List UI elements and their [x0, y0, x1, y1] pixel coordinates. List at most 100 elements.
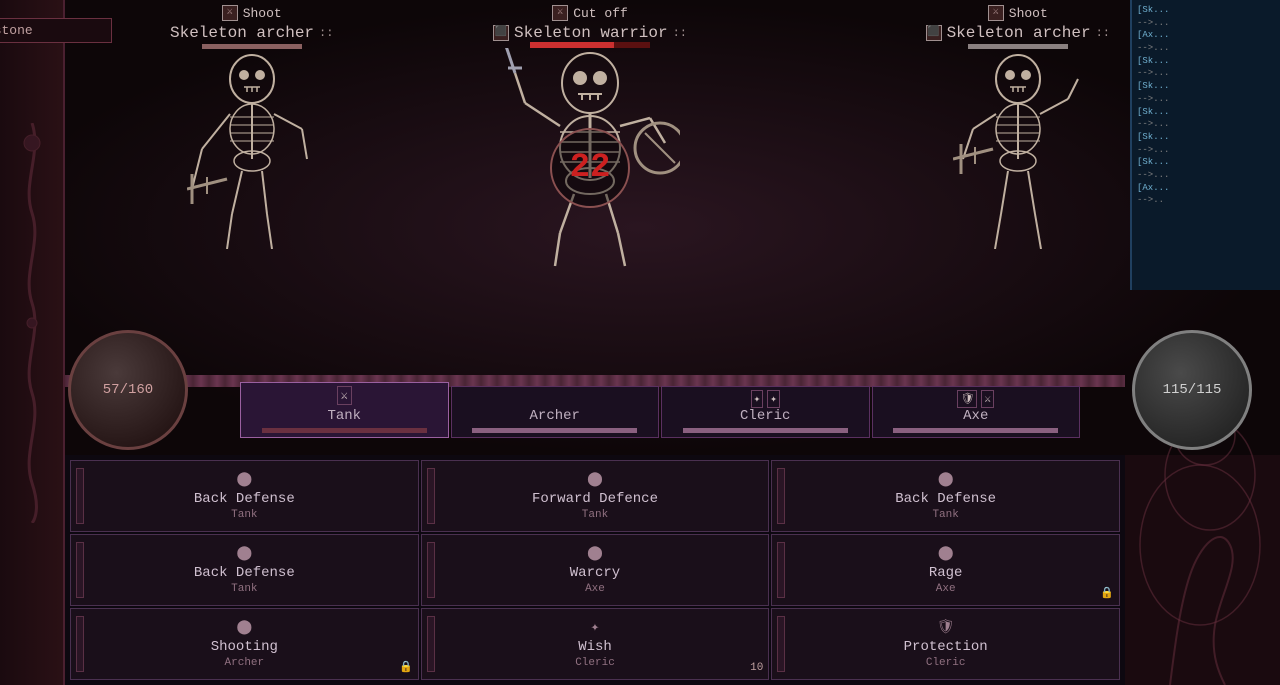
action-grid: ⬤ Back Defense Tank ⬤ Forward Defence Ta…: [65, 455, 1125, 685]
right-skeleton-figure: [953, 49, 1083, 249]
left-enemy-container: ⚔ Shoot Skeleton archer ::: [170, 0, 333, 249]
btn-name-4: Warcry: [570, 565, 620, 581]
tank-tab-bar: [262, 428, 427, 433]
left-scroll-art: [12, 123, 52, 523]
axe-icon: 🛡: [957, 390, 977, 408]
archer-tab-label: Archer: [530, 408, 580, 424]
log-line-13: -->...: [1137, 170, 1275, 182]
tab-cleric[interactable]: ✦ ✦ Cleric: [661, 386, 870, 438]
action-btn-wish[interactable]: ✦ Wish Cleric 10: [421, 608, 770, 680]
btn-deco-2: [777, 468, 785, 524]
center-enemy-dots: ::: [673, 26, 687, 40]
btn-name-1: Forward Defence: [532, 491, 658, 507]
btn-deco: [76, 468, 84, 524]
flagstone-label: Flagstone: [0, 18, 112, 43]
tank-tab-label: Tank: [327, 408, 361, 424]
tank-tab-icons: ⚔: [337, 386, 352, 405]
right-enemy-name: Skeleton archer: [947, 24, 1091, 42]
archer-tab-bar: [472, 428, 637, 433]
damage-value: 22: [570, 149, 611, 187]
action-btn-back-defense-1[interactable]: ⬤ Back Defense Tank: [70, 460, 419, 532]
btn-type-7: Cleric: [575, 657, 615, 669]
left-orb-value: 57/160: [103, 382, 153, 398]
btn-type-2: Tank: [932, 509, 958, 521]
tab-tank[interactable]: ⚔ Tank: [240, 382, 449, 438]
axe-tab-label: Axe: [963, 408, 988, 424]
btn-type-6: Archer: [225, 657, 265, 669]
tab-axe[interactable]: 🛡 ⚔ Axe: [872, 386, 1081, 438]
axe-tab-bar: [893, 428, 1058, 433]
left-skeleton-figure: [187, 49, 317, 249]
btn-name-8: Protection: [904, 639, 988, 655]
log-line-9: -->...: [1137, 119, 1275, 131]
center-enemy-name: Skeleton warrior: [514, 24, 668, 42]
action-btn-warcry[interactable]: ⬤ Warcry Axe: [421, 534, 770, 606]
log-line-12: [Sk...: [1137, 157, 1275, 169]
btn-icon-5: ⬤: [587, 545, 603, 562]
cut-icon: ⚔: [552, 5, 568, 21]
log-line-11: -->...: [1137, 145, 1275, 157]
action-btn-rage[interactable]: ⬤ Rage Axe 🔒: [771, 534, 1120, 606]
btn-icon-2: ⬤: [587, 471, 603, 488]
action-btn-back-defense-2[interactable]: ⬤ Back Defense Tank: [771, 460, 1120, 532]
log-line-0: [Sk...: [1137, 5, 1275, 17]
right-enemy-dots: ::: [1096, 26, 1110, 40]
left-enemy-dots: ::: [319, 26, 333, 40]
btn-deco-8: [777, 616, 785, 672]
btn-deco-1: [427, 468, 435, 524]
right-enemy-action: ⚔ Shoot: [988, 5, 1048, 21]
tank-icon: ⚔: [337, 386, 352, 405]
action-btn-back-defense-3[interactable]: ⬤ Back Defense Tank: [70, 534, 419, 606]
center-icon: ⬛: [493, 25, 509, 41]
btn-deco-5: [777, 542, 785, 598]
axe-tab-icons: 🛡 ⚔: [957, 390, 994, 408]
log-line-7: -->...: [1137, 94, 1275, 106]
combat-damage-number: 22: [550, 128, 630, 208]
btn-type-1: Tank: [582, 509, 608, 521]
log-line-5: -->...: [1137, 68, 1275, 80]
action-btn-protection[interactable]: 🛡 Protection Cleric: [771, 608, 1120, 680]
left-enemy-name: Skeleton archer: [170, 24, 314, 42]
log-line-1: -->...: [1137, 18, 1275, 30]
left-health-orb: 57/160: [68, 330, 188, 450]
right-enemy-action-label: Shoot: [1009, 6, 1048, 21]
btn-deco-6: [76, 616, 84, 672]
btn-deco-3: [76, 542, 84, 598]
cleric-tab-label: Cleric: [740, 408, 790, 424]
btn-type-5: Axe: [936, 583, 956, 595]
center-enemy-action-label: Cut off: [573, 6, 628, 21]
btn-type-3: Tank: [231, 583, 257, 595]
btn-name-7: Wish: [578, 639, 612, 655]
btn-icon-6: ⬤: [938, 545, 954, 562]
btn-icon-9: 🛡: [937, 619, 955, 636]
btn-icon-4: ⬤: [236, 545, 252, 562]
btn-name-6: Shooting: [211, 639, 278, 655]
sword-icon: ⚔: [222, 5, 238, 21]
log-line-15: -->..: [1137, 195, 1275, 207]
btn-name-5: Rage: [929, 565, 963, 581]
right-health-orb: 115/115: [1132, 330, 1252, 450]
btn-name-2: Back Defense: [895, 491, 996, 507]
cleric-tab-bar: [683, 428, 848, 433]
btn-icon-8: ✦: [591, 619, 599, 636]
btn-name-3: Back Defense: [194, 565, 295, 581]
btn-icon-7: ⬤: [236, 619, 252, 636]
btn-icon-1: ⬤: [236, 471, 252, 488]
btn-deco-7: [427, 616, 435, 672]
cleric-icon: ✦: [751, 390, 764, 408]
tab-archer[interactable]: Archer: [451, 386, 660, 438]
cleric-tab-icons: ✦ ✦: [751, 390, 780, 408]
log-line-14: [Ax...: [1137, 183, 1275, 195]
log-line-3: -->...: [1137, 43, 1275, 55]
cleric-icon2: ✦: [767, 390, 780, 408]
center-skeleton-wrapper: 22: [500, 48, 680, 268]
center-enemy-container: ⚔ Cut off ⬛ Skeleton warrior ::: [490, 0, 690, 268]
log-line-10: [Sk...: [1137, 132, 1275, 144]
log-line-6: [Sk...: [1137, 81, 1275, 93]
action-btn-forward-defence[interactable]: ⬤ Forward Defence Tank: [421, 460, 770, 532]
left-enemy-namebar: Skeleton archer ::: [170, 24, 333, 42]
right-orb-value: 115/115: [1163, 382, 1222, 398]
left-enemy-action-label: Shoot: [243, 6, 282, 21]
action-btn-shooting[interactable]: ⬤ Shooting Archer 🔒: [70, 608, 419, 680]
btn-type-8: Cleric: [926, 657, 966, 669]
